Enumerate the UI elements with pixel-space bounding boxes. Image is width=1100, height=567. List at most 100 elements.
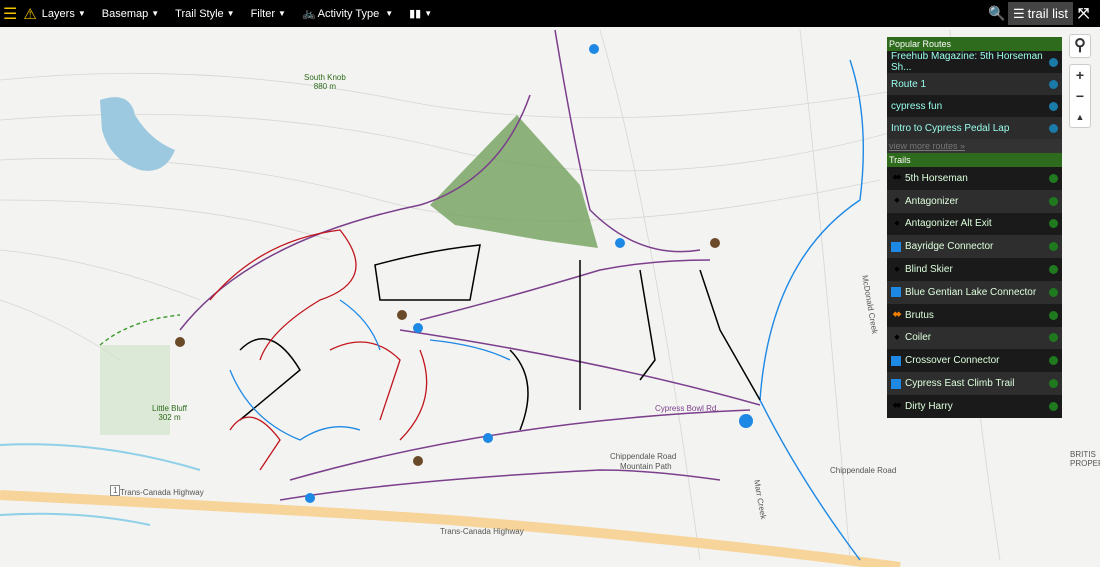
- blue-difficulty-icon: [891, 355, 901, 366]
- trail-item[interactable]: ◆◆ Brutus: [887, 303, 1062, 327]
- trail-item[interactable]: ◆ Blind Skier: [887, 258, 1062, 281]
- trail-item[interactable]: ◆ Antagonizer Alt Exit: [887, 212, 1062, 236]
- road-label-chippendale-2: Chippendale Road: [830, 466, 897, 475]
- forest-area: [430, 115, 598, 248]
- trail-name: Cypress East Climb Trail: [905, 378, 1015, 390]
- black-difficulty-icon: ◆: [894, 197, 899, 205]
- trail-arrow-icon[interactable]: [1049, 265, 1058, 275]
- filter-label: Filter: [250, 7, 276, 20]
- route-arrow-icon[interactable]: [1049, 79, 1058, 89]
- location-pin-icon: ⚲: [1074, 37, 1086, 54]
- trail-item[interactable]: ◆ Coiler: [887, 326, 1062, 350]
- caret-icon: ▼: [151, 9, 160, 18]
- road-label-chippendale: Chippendale Road: [610, 452, 677, 461]
- trail-arrow-icon[interactable]: [1049, 356, 1058, 366]
- top-toolbar: ☰ ⚠ Layers ▼ Basemap ▼ Trail Style ▼ Filter…: [0, 0, 1100, 27]
- trail-name: Dirty Harry: [905, 400, 953, 412]
- red-trails: [209, 229, 428, 471]
- zoom-in-button[interactable]: +: [1070, 65, 1090, 86]
- caret-icon: ▼: [77, 9, 86, 18]
- trail-arrow-icon[interactable]: [1049, 310, 1058, 320]
- menu-icon[interactable]: ☰: [3, 4, 17, 24]
- trail-arrow-icon[interactable]: [1049, 196, 1058, 206]
- trail-style-label: Trail Style: [175, 7, 224, 20]
- route-item[interactable]: Intro to Cypress Pedal Lap: [887, 117, 1062, 139]
- peak-label-little-bluff: Little Bluff 302 m: [152, 404, 187, 422]
- black-trails: [239, 244, 761, 431]
- creek: [0, 443, 201, 526]
- pro-difficulty-icon: ◆◆: [892, 311, 902, 319]
- zoom-controls: + − ▲: [1069, 64, 1091, 128]
- trail-name: Blind Skier: [905, 264, 953, 276]
- trail-style-menu[interactable]: Trail Style ▼: [175, 8, 234, 20]
- activity-type-menu[interactable]: 🚲 Activity Type ▼: [301, 7, 394, 21]
- trail-arrow-icon[interactable]: [1049, 242, 1058, 252]
- route-item[interactable]: Freehub Magazine: 5th Horseman Sh...: [887, 51, 1062, 73]
- road-label-mountain-path: Mountain Path: [620, 462, 672, 471]
- route-item[interactable]: Route 1: [887, 73, 1062, 95]
- trail-arrow-icon[interactable]: [1049, 287, 1058, 297]
- layers-menu[interactable]: Layers ▼: [42, 8, 86, 20]
- route-name: cypress fun: [891, 100, 943, 112]
- route-name: Freehub Magazine: 5th Horseman Sh...: [891, 51, 1043, 73]
- locate-button[interactable]: ⚲: [1069, 34, 1091, 58]
- route-arrow-icon[interactable]: [1049, 57, 1058, 67]
- trails-header: Trails: [887, 153, 1062, 167]
- trail-arrow-icon[interactable]: [1049, 379, 1058, 389]
- trail-name: Blue Gentian Lake Connector: [905, 286, 1037, 298]
- trail-arrow-icon[interactable]: [1049, 219, 1058, 229]
- trail-name: Coiler: [905, 332, 932, 344]
- map-view-menu[interactable]: ▮▮ ▼: [409, 7, 432, 20]
- route-arrow-icon[interactable]: [1049, 123, 1058, 133]
- trail-name: Brutus: [905, 309, 934, 321]
- route-item[interactable]: cypress fun: [887, 95, 1062, 117]
- caret-icon: ▼: [226, 9, 235, 18]
- highway-shield: 1: [110, 485, 121, 496]
- trailhead-icons[interactable]: [175, 238, 720, 466]
- view-more-routes-link[interactable]: view more routes »: [887, 139, 1062, 153]
- trail-arrow-icon[interactable]: [1049, 333, 1058, 343]
- trail-list-button[interactable]: ☰ trail list: [1008, 2, 1073, 25]
- trail-item[interactable]: ◆ Antagonizer: [887, 189, 1062, 213]
- basemap-menu[interactable]: Basemap ▼: [102, 8, 159, 20]
- trail-name: Crossover Connector: [905, 355, 1000, 367]
- bike-icon: 🚲: [301, 8, 316, 20]
- route-arrow-icon[interactable]: [1049, 101, 1058, 111]
- map-icon: ▮▮: [409, 8, 422, 20]
- trail-list-panel: Popular Routes Freehub Magazine: 5th Hor…: [887, 37, 1062, 418]
- trail-arrow-icon[interactable]: [1049, 173, 1058, 183]
- peak-label-south-knob: South Knob 880 m: [304, 73, 346, 91]
- black-difficulty-icon: ◆: [894, 265, 899, 273]
- highway-label-2: Trans-Canada Highway: [440, 527, 524, 536]
- trail-arrow-icon[interactable]: [1049, 401, 1058, 411]
- trail-item[interactable]: ◆◆ 5th Horseman: [887, 167, 1062, 190]
- compass-button[interactable]: ▲: [1070, 107, 1090, 128]
- filter-menu[interactable]: Filter ▼: [251, 8, 286, 20]
- double-black-difficulty-icon: ◆◆: [892, 402, 902, 410]
- caret-icon: ▼: [385, 9, 394, 18]
- warning-icon[interactable]: ⚠: [23, 5, 36, 23]
- trail-name: Bayridge Connector: [905, 241, 994, 253]
- contour-lines: [0, 29, 1001, 561]
- blue-difficulty-icon: [891, 287, 901, 298]
- blue-difficulty-icon: [891, 378, 901, 389]
- lake: [100, 97, 175, 171]
- trail-item[interactable]: Blue Gentian Lake Connector: [887, 280, 1062, 304]
- zoom-out-button[interactable]: −: [1070, 86, 1090, 107]
- trail-item[interactable]: Bayridge Connector: [887, 235, 1062, 259]
- trail-item[interactable]: Crossover Connector: [887, 349, 1062, 373]
- road-label: Cypress Bowl Rd.: [655, 404, 719, 413]
- parking-icons[interactable]: [305, 44, 753, 503]
- trail-item[interactable]: Cypress East Climb Trail: [887, 372, 1062, 395]
- trail-item[interactable]: ◆◆ Dirty Harry: [887, 394, 1062, 418]
- trail-name: 5th Horseman: [905, 172, 968, 184]
- trail-name: Antagonizer: [905, 195, 959, 207]
- route-name: Intro to Cypress Pedal Lap: [891, 122, 1010, 134]
- highway-label: Trans-Canada Highway: [120, 488, 204, 497]
- black-difficulty-icon: ◆: [894, 333, 899, 341]
- search-icon[interactable]: 🔍: [988, 5, 1005, 22]
- popular-routes-header: Popular Routes: [887, 37, 1062, 51]
- collapse-icon[interactable]: ⤧: [1078, 5, 1089, 22]
- caret-icon: ▼: [278, 9, 286, 18]
- area-label: BRITIS PROPER: [1070, 450, 1100, 468]
